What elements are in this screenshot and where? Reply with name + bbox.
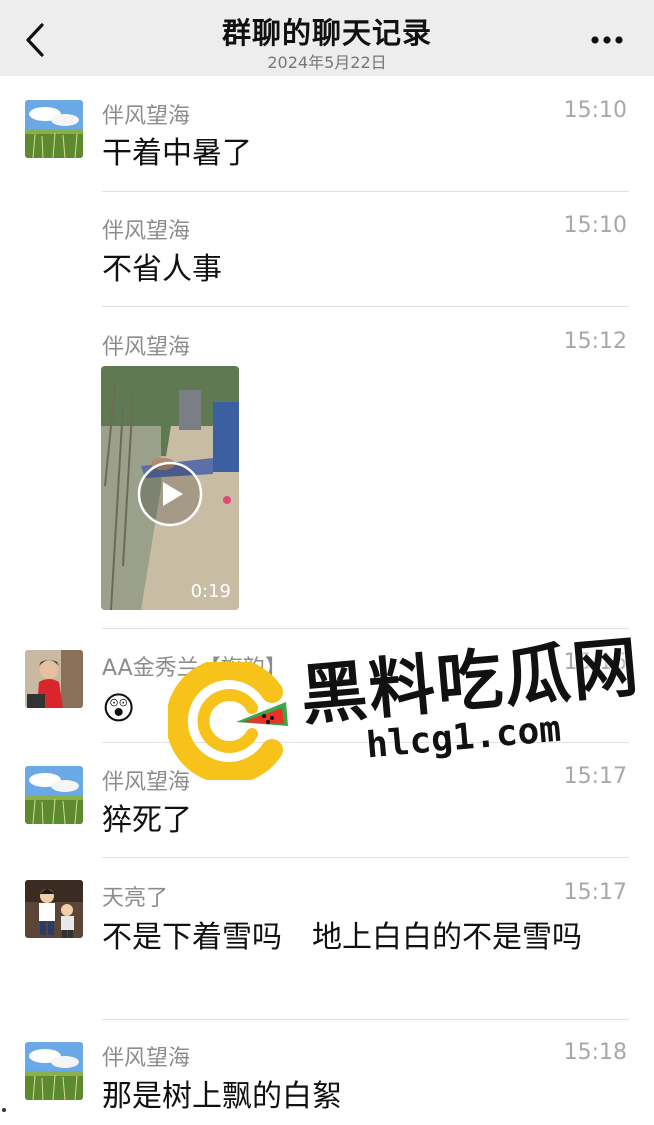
sender-name: 天亮了 [102, 886, 169, 911]
chat-date: 2024年5月22日 [267, 53, 387, 72]
avatar[interactable] [25, 766, 83, 824]
more-icon[interactable] [582, 28, 632, 52]
message-time: 15:17 [563, 764, 627, 789]
divider [102, 1019, 629, 1020]
message-time: 15:12 [563, 329, 627, 354]
landscape-avatar-icon [25, 1042, 83, 1100]
watermark-logo-icon [168, 662, 288, 780]
avatar[interactable] [25, 650, 83, 708]
message-text: 干着中暑了 [102, 136, 252, 171]
avatar[interactable] [25, 100, 83, 158]
message-time: 15:17 [563, 880, 627, 905]
kids-avatar-icon [25, 880, 83, 938]
message-text: 不是下着雪吗 地上白白的不是雪吗 [102, 920, 582, 955]
title-bar: 群聊的聊天记录 2024年5月22日 [0, 0, 654, 76]
landscape-avatar-icon [25, 766, 83, 824]
sender-name: 伴风望海 [102, 104, 191, 129]
message-text: 不省人事 [102, 252, 222, 287]
message-time: 15:10 [563, 98, 627, 123]
message-text: 猝死了 [102, 803, 192, 838]
divider [102, 857, 629, 858]
woman-avatar-icon [25, 650, 83, 708]
message-time: 15:10 [563, 213, 627, 238]
sender-name: 伴风望海 [102, 1046, 191, 1071]
divider [102, 191, 629, 192]
video-thumbnail[interactable]: 0:19 [101, 366, 239, 610]
landscape-avatar-icon [25, 100, 83, 158]
page-title: 群聊的聊天记录 [221, 16, 432, 50]
divider [102, 306, 629, 307]
message-time: 15:18 [563, 1040, 627, 1065]
sender-name: 伴风望海 [102, 219, 191, 244]
video-duration: 0:19 [190, 581, 231, 602]
message-text: 那是树上飘的白絮 [102, 1079, 342, 1114]
avatar[interactable] [25, 880, 83, 938]
stray-dot [2, 1108, 6, 1112]
sender-name: 伴风望海 [102, 335, 191, 360]
avatar[interactable] [25, 1042, 83, 1100]
video-still [101, 366, 239, 610]
